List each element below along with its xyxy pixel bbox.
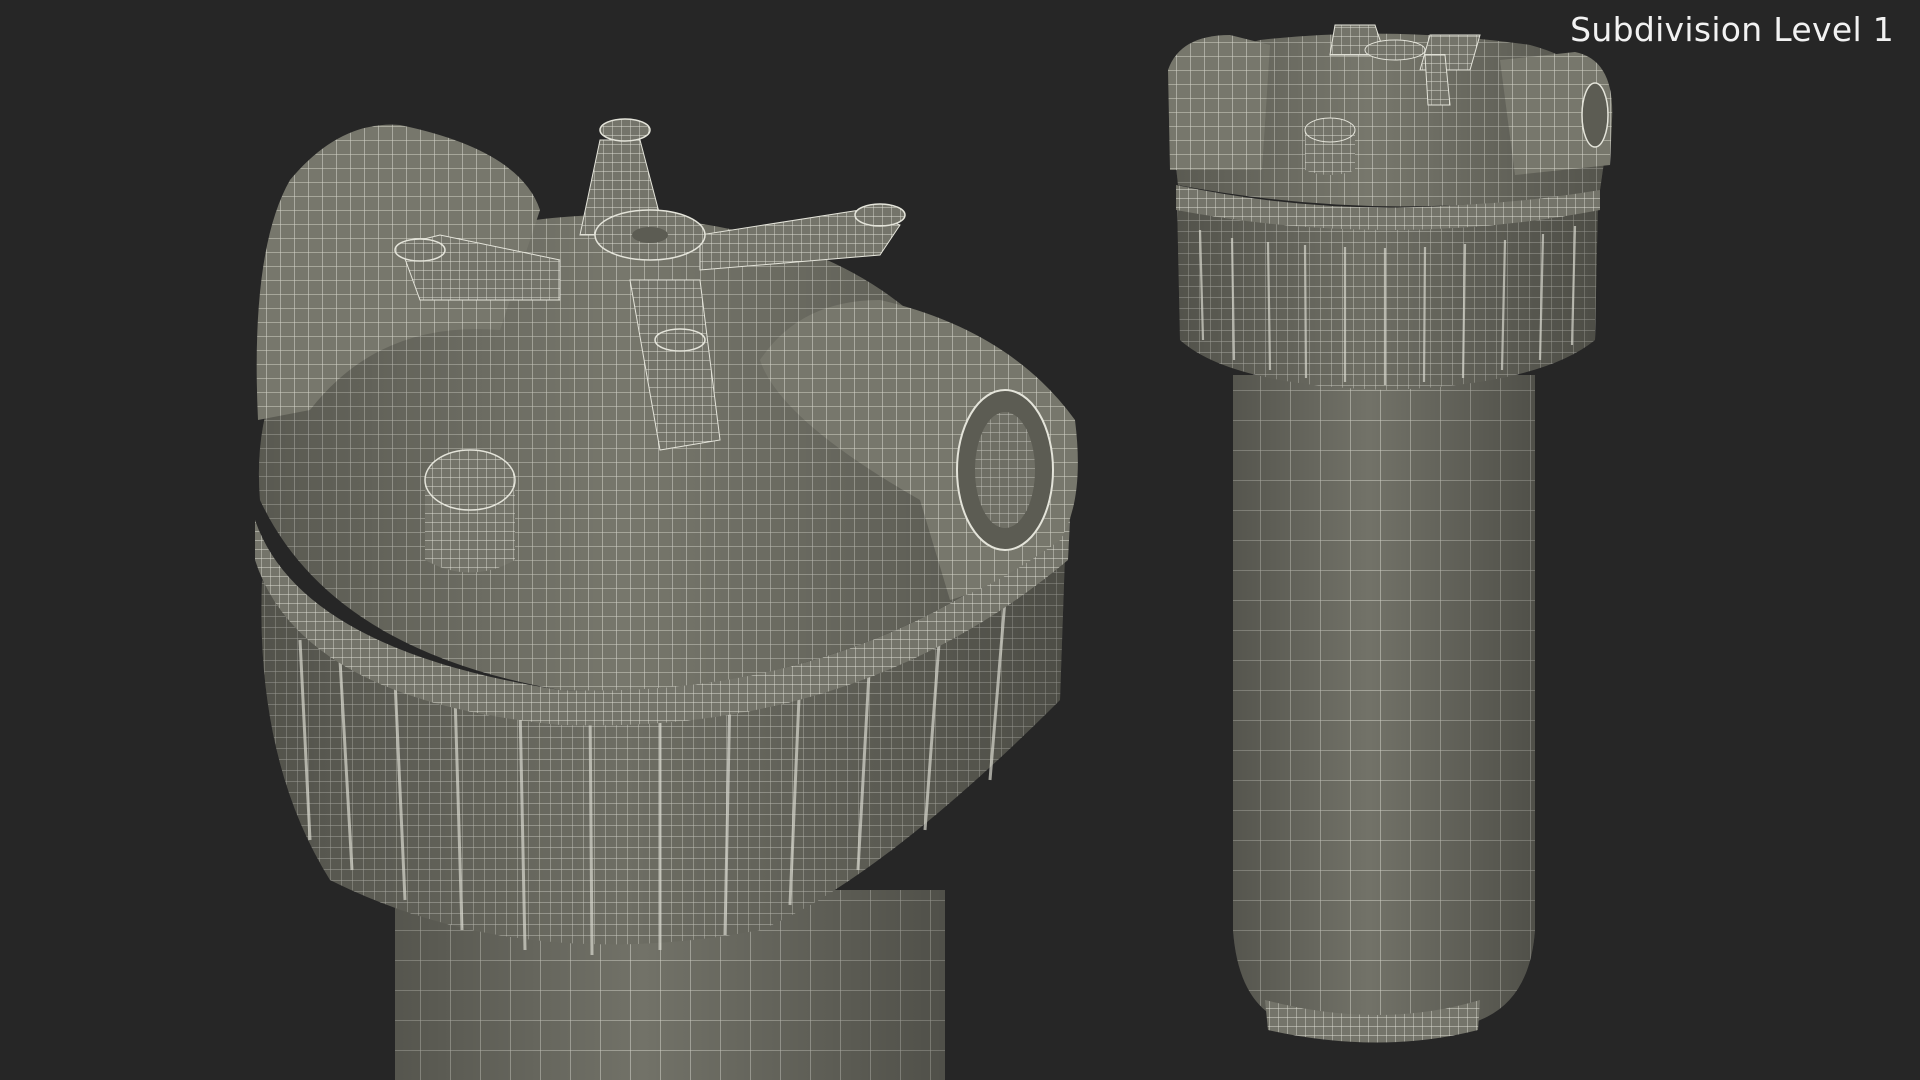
viewport-render bbox=[255, 24, 1613, 1080]
full-port-left bbox=[1168, 35, 1270, 170]
full-spider-hub bbox=[1364, 39, 1426, 61]
closeup-mount-boss bbox=[654, 328, 706, 352]
closeup-mount-boss bbox=[394, 238, 446, 262]
closeup-mount-boss bbox=[854, 203, 906, 227]
full-spider-arm bbox=[1424, 54, 1451, 106]
filter-closeup-model bbox=[255, 118, 1078, 1080]
filter-full-model bbox=[1168, 24, 1613, 1043]
full-port-opening bbox=[1581, 82, 1609, 148]
subdivision-level-label: Subdivision Level 1 bbox=[1570, 10, 1894, 49]
closeup-mount-boss bbox=[599, 118, 651, 142]
